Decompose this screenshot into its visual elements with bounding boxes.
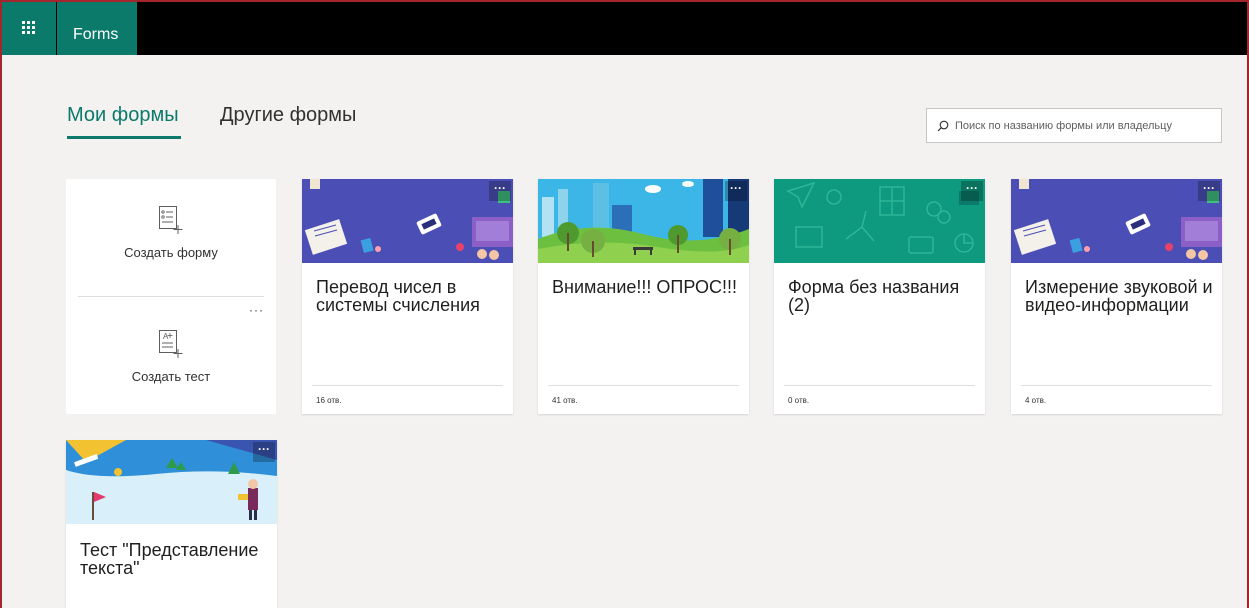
create-quiz-label: Создать тест xyxy=(131,369,211,384)
form-title: Внимание!!! ОПРОС!!! xyxy=(552,277,737,297)
form-card[interactable]: ··· Тест "Представление текста" xyxy=(66,440,277,608)
search-input[interactable] xyxy=(955,119,1221,132)
create-quiz-button[interactable]: A Создать тест xyxy=(66,329,276,384)
response-count: 16 отв. xyxy=(316,396,342,405)
form-banner-image xyxy=(1011,179,1222,263)
divider xyxy=(784,385,975,386)
divider xyxy=(312,385,503,386)
create-form-button[interactable]: Создать форму xyxy=(66,205,276,260)
form-more-button[interactable]: ··· xyxy=(961,181,983,201)
form-more-button[interactable]: ··· xyxy=(725,181,747,201)
app-name[interactable]: Forms xyxy=(57,0,137,55)
form-card[interactable]: ··· Форма без названия (2) 0 отв. xyxy=(774,179,985,414)
form-card[interactable]: ··· Измерение звуковой и видео-информаци… xyxy=(1011,179,1222,414)
divider xyxy=(1021,385,1212,386)
response-count: 4 отв. xyxy=(1025,396,1047,405)
create-form-label: Создать форму xyxy=(124,245,218,260)
form-more-button[interactable]: ··· xyxy=(1198,181,1220,201)
form-card[interactable]: ··· Перевод чисел в системы счисления 16… xyxy=(302,179,513,414)
tab-other-forms[interactable]: Другие формы xyxy=(220,104,356,127)
form-title: Перевод чисел в системы счисления xyxy=(316,277,480,315)
svg-text:A: A xyxy=(163,332,169,341)
top-bar: Forms xyxy=(0,0,1249,55)
form-banner-image xyxy=(66,440,277,524)
new-quiz-icon: A xyxy=(159,330,183,358)
app-launcher-button[interactable] xyxy=(0,0,56,55)
response-count: 41 отв. xyxy=(552,396,578,405)
form-banner-image xyxy=(538,179,749,263)
form-banner-image xyxy=(774,179,985,263)
form-title: Тест "Представление текста" xyxy=(80,540,259,578)
form-more-button[interactable]: ··· xyxy=(489,181,511,201)
form-title: Измерение звуковой и видео-информации xyxy=(1025,277,1213,315)
create-more-button[interactable]: ··· xyxy=(249,303,264,317)
active-tab-indicator xyxy=(67,136,181,139)
form-card[interactable]: ··· Внимание!!! ОПРОС!!! 41 отв. xyxy=(538,179,749,414)
response-count: 0 отв. xyxy=(788,396,810,405)
new-form-icon xyxy=(159,206,183,234)
form-banner-image xyxy=(302,179,513,263)
waffle-icon xyxy=(21,21,35,34)
form-more-button[interactable]: ··· xyxy=(253,442,275,462)
divider xyxy=(78,296,264,297)
create-new-card: Создать форму ··· A Создать тест xyxy=(66,179,276,414)
search-box[interactable] xyxy=(926,108,1222,143)
form-title: Форма без названия (2) xyxy=(788,277,960,315)
search-icon xyxy=(937,120,949,131)
tab-my-forms[interactable]: Мои формы xyxy=(67,104,179,127)
divider xyxy=(548,385,739,386)
